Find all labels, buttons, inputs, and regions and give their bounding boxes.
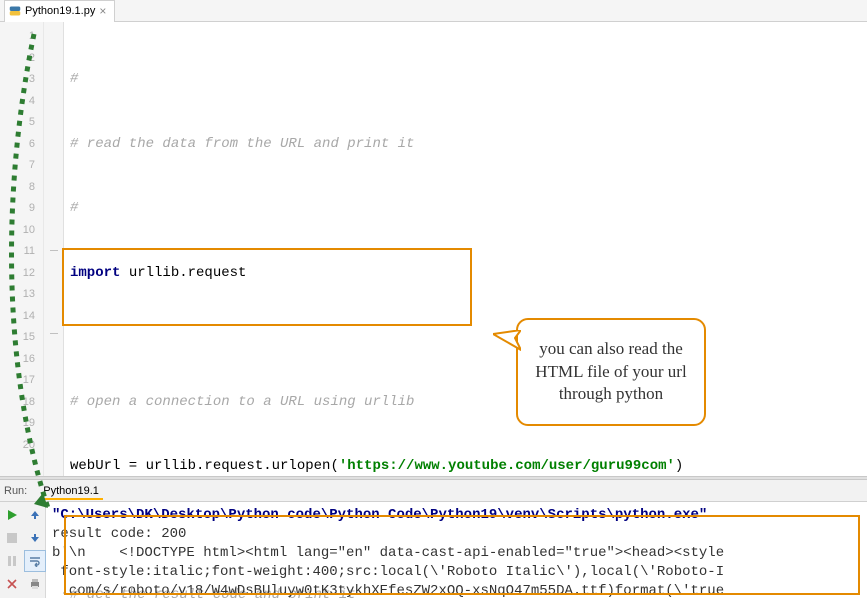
line-number: 9 (0, 198, 35, 220)
code-text: webUrl = urllib.request.urlopen( (70, 458, 339, 474)
console-line: font-style:italic;font-weight:400;src:lo… (52, 564, 724, 580)
close-icon[interactable]: × (99, 5, 106, 17)
editor-tab-bar: Python19.1.py × (0, 0, 867, 22)
console-output[interactable]: "C:\Users\DK\Desktop\Python code\Python … (46, 502, 867, 598)
python-file-icon (9, 5, 21, 17)
run-toolbar (0, 502, 46, 598)
file-tab-label: Python19.1.py (25, 5, 95, 17)
line-number: 19 (0, 413, 35, 435)
code-area[interactable]: # # read the data from the URL and print… (64, 22, 867, 476)
line-number: 20 (0, 435, 35, 457)
run-button[interactable] (1, 504, 23, 526)
line-number: 14 (0, 306, 35, 328)
callout-tail-icon (493, 330, 521, 354)
pause-disabled-button[interactable] (1, 550, 23, 572)
console-line: result code: 200 (52, 526, 186, 542)
file-tab[interactable]: Python19.1.py × (4, 0, 115, 22)
play-icon (6, 509, 18, 521)
stop-icon (7, 533, 17, 543)
arrow-up-icon (29, 509, 41, 521)
line-number: 17 (0, 370, 35, 392)
stop-disabled-button[interactable] (1, 527, 23, 549)
console-command: "C:\Users\DK\Desktop\Python code\Python … (52, 507, 716, 523)
line-number: 2 (0, 48, 35, 70)
soft-wrap-button[interactable] (24, 550, 46, 572)
code-comment: # read the data from the URL and print i… (70, 136, 414, 152)
close-icon (7, 579, 17, 589)
code-text: ) (675, 458, 683, 474)
line-number: 8 (0, 177, 35, 199)
wrap-icon (29, 555, 41, 567)
line-number-gutter: 1 2 3 4 5 6 7 8 9 10 11 12 13 14 15 16 1… (0, 22, 44, 476)
line-number: 6 (0, 134, 35, 156)
console-line: b'\n <!DOCTYPE html><html lang="en" data… (52, 545, 724, 561)
scroll-up-button[interactable] (24, 504, 46, 526)
annotation-text: you can also read the HTML file of your … (528, 338, 694, 407)
line-number: 13 (0, 284, 35, 306)
line-number: 4 (0, 91, 35, 113)
line-number: 11 (0, 241, 35, 263)
line-number: 10 (0, 220, 35, 242)
print-icon (29, 578, 41, 590)
annotation-callout: you can also read the HTML file of your … (516, 318, 706, 426)
close-console-button[interactable] (1, 573, 23, 595)
pause-icon (7, 556, 17, 566)
fold-gutter (44, 22, 64, 476)
code-comment: # (70, 71, 78, 87)
line-number: 16 (0, 349, 35, 371)
console-line: .com/s/roboto/v18/W4wDsBUluyw0tK3tykhXEf… (52, 583, 724, 598)
run-label: Run: (4, 485, 27, 497)
line-number: 7 (0, 155, 35, 177)
line-number: 3 (0, 69, 35, 91)
run-console: "C:\Users\DK\Desktop\Python code\Python … (0, 502, 867, 598)
line-number: 5 (0, 112, 35, 134)
print-button[interactable] (24, 573, 46, 595)
code-editor[interactable]: 1 2 3 4 5 6 7 8 9 10 11 12 13 14 15 16 1… (0, 22, 867, 476)
scroll-down-button[interactable] (24, 527, 46, 549)
code-keyword: import (70, 265, 120, 281)
code-text: urllib.request (120, 265, 246, 281)
line-number: 15 (0, 327, 35, 349)
arrow-down-icon (29, 532, 41, 544)
line-number: 12 (0, 263, 35, 285)
code-string: 'https://www.youtube.com/user/guru99com' (339, 458, 675, 474)
line-number: 1 (0, 26, 35, 48)
line-number: 18 (0, 392, 35, 414)
code-comment: # open a connection to a URL using urlli… (70, 394, 414, 410)
code-comment: # (70, 200, 78, 216)
